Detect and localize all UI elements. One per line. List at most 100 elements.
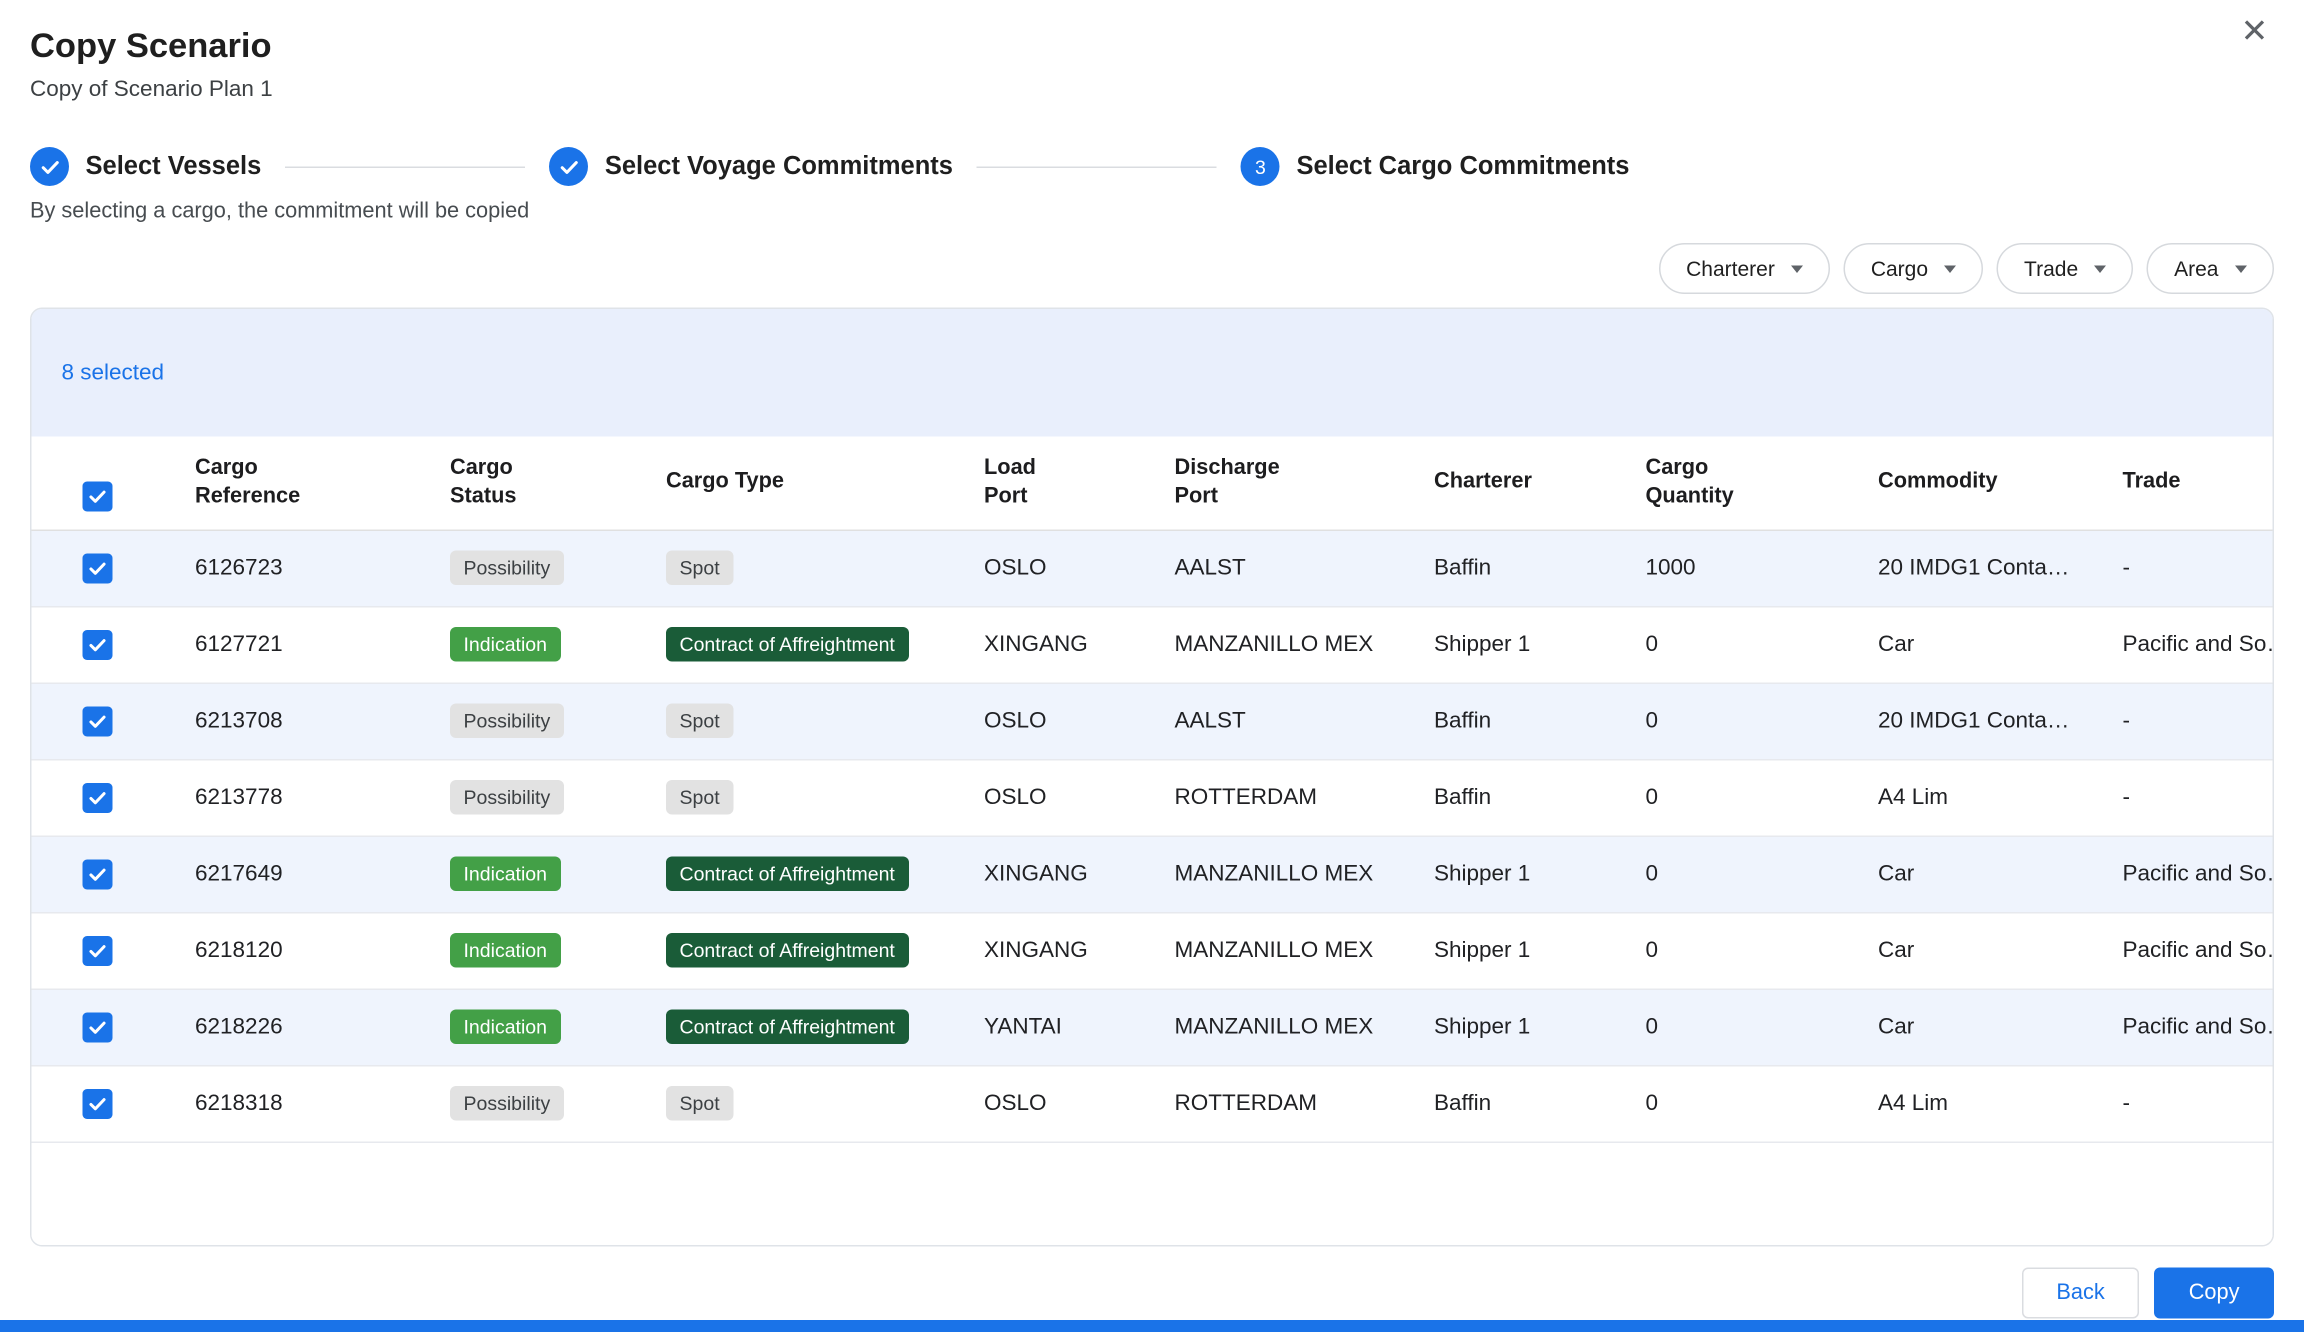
cargo-status-badge: Possibility <box>450 780 564 815</box>
step-select-cargo-commitments[interactable]: 3 Select Cargo Commitments <box>1241 147 1630 186</box>
table-row[interactable]: 6127721IndicationContract of Affreightme… <box>32 606 2273 683</box>
cell-charterer: Shipper 1 <box>1410 606 1622 683</box>
cell-charterer: Baffin <box>1410 759 1622 836</box>
row-checkbox[interactable] <box>83 553 113 583</box>
cell-charterer: Baffin <box>1410 683 1622 760</box>
cell-cargo-reference: 6213778 <box>171 759 426 836</box>
cargo-commitments-panel: 8 selected Cargo Reference Cargo Status <box>30 308 2274 1246</box>
select-all-checkbox[interactable] <box>83 482 113 512</box>
selected-count: 8 selected <box>62 360 165 386</box>
cell-cargo-reference: 6217649 <box>171 836 426 913</box>
table-row[interactable]: 6213708PossibilitySpotOSLOAALSTBaffin020… <box>32 683 2273 760</box>
chevron-down-icon <box>2095 265 2107 273</box>
table-header-row: Cargo Reference Cargo Status Cargo Type … <box>32 437 2273 530</box>
cell-commodity: 20 IMDG1 Conta… <box>1854 683 2099 760</box>
row-checkbox[interactable] <box>83 629 113 659</box>
cell-commodity: Car <box>1854 912 2099 989</box>
cell-cargo-reference: 6218120 <box>171 912 426 989</box>
cargo-type-badge: Contract of Affreightment <box>666 933 908 968</box>
dialog-footer: Back Copy <box>30 1246 2274 1318</box>
copy-scenario-dialog: Copy Scenario Copy of Scenario Plan 1 ✕ … <box>0 0 2304 1332</box>
step-connector <box>285 166 525 168</box>
stepper: Select Vessels Select Voyage Commitments… <box>30 147 2274 186</box>
cargo-status-badge: Indication <box>450 933 560 968</box>
cell-trade: - <box>2099 683 2273 760</box>
cargo-type-badge: Spot <box>666 551 733 586</box>
cell-discharge-port: MANZANILLO MEX <box>1151 836 1411 913</box>
cell-cargo-quantity: 0 <box>1622 1065 1855 1142</box>
chevron-down-icon <box>1791 265 1803 273</box>
step-select-voyage-commitments[interactable]: Select Voyage Commitments <box>549 147 953 186</box>
step-complete-icon <box>549 147 588 186</box>
filter-trade[interactable]: Trade <box>1997 243 2134 294</box>
filter-label: Area <box>2174 257 2218 281</box>
cell-cargo-reference: 6127721 <box>171 606 426 683</box>
cell-commodity: Car <box>1854 606 2099 683</box>
cargo-type-badge: Spot <box>666 704 733 739</box>
cell-trade: Pacific and So… <box>2099 989 2273 1066</box>
filter-area[interactable]: Area <box>2147 243 2274 294</box>
cell-cargo-quantity: 0 <box>1622 606 1855 683</box>
column-header-charterer: Charterer <box>1410 437 1622 530</box>
cell-cargo-reference: 6126723 <box>171 530 426 607</box>
back-button[interactable]: Back <box>2022 1267 2139 1318</box>
chevron-down-icon <box>1945 265 1957 273</box>
cell-discharge-port: ROTTERDAM <box>1151 759 1411 836</box>
row-checkbox[interactable] <box>83 935 113 965</box>
copy-button[interactable]: Copy <box>2154 1267 2274 1318</box>
step-complete-icon <box>30 147 69 186</box>
cell-charterer: Shipper 1 <box>1410 989 1622 1066</box>
cargo-type-badge: Contract of Affreightment <box>666 1010 908 1045</box>
step-connector <box>977 166 1217 168</box>
panel-spacer <box>32 1142 2273 1244</box>
filter-label: Trade <box>2024 257 2078 281</box>
cell-load-port: OSLO <box>960 759 1151 836</box>
filter-charterer[interactable]: Charterer <box>1659 243 1830 294</box>
filter-cargo[interactable]: Cargo <box>1844 243 1984 294</box>
row-checkbox[interactable] <box>83 859 113 889</box>
filter-label: Charterer <box>1686 257 1775 281</box>
row-checkbox[interactable] <box>83 782 113 812</box>
cell-trade: Pacific and So… <box>2099 606 2273 683</box>
column-header-cargo-type: Cargo Type <box>642 437 960 530</box>
column-header-cargo-status: Cargo Status <box>426 437 642 530</box>
cell-cargo-reference: 6218318 <box>171 1065 426 1142</box>
cell-commodity: 20 IMDG1 Conta… <box>1854 530 2099 607</box>
row-checkbox[interactable] <box>83 1012 113 1042</box>
table-row[interactable]: 6126723PossibilitySpotOSLOAALSTBaffin100… <box>32 530 2273 607</box>
cargo-type-badge: Spot <box>666 1086 733 1121</box>
close-button[interactable]: ✕ <box>2229 6 2280 57</box>
cell-load-port: XINGANG <box>960 836 1151 913</box>
table-row[interactable]: 6217649IndicationContract of Affreightme… <box>32 836 2273 913</box>
cell-trade: - <box>2099 759 2273 836</box>
table-row[interactable]: 6218226IndicationContract of Affreightme… <box>32 989 2273 1066</box>
cell-load-port: OSLO <box>960 1065 1151 1142</box>
cell-commodity: A4 Lim <box>1854 1065 2099 1142</box>
cargo-status-badge: Possibility <box>450 704 564 739</box>
cell-trade: - <box>2099 1065 2273 1142</box>
cell-charterer: Shipper 1 <box>1410 836 1622 913</box>
cell-cargo-reference: 6213708 <box>171 683 426 760</box>
cargo-type-badge: Spot <box>666 780 733 815</box>
cargo-table: Cargo Reference Cargo Status Cargo Type … <box>32 437 2273 1143</box>
table-row[interactable]: 6218318PossibilitySpotOSLOROTTERDAMBaffi… <box>32 1065 2273 1142</box>
table-row[interactable]: 6218120 Indication Contract of Affreightme… <box>32 912 2273 989</box>
step-label: Select Cargo Commitments <box>1296 152 1629 182</box>
cell-cargo-quantity: 1000 <box>1622 530 1855 607</box>
step-select-vessels[interactable]: Select Vessels <box>30 147 261 186</box>
row-checkbox[interactable] <box>83 1088 113 1118</box>
cell-charterer: Shipper 1 <box>1410 912 1622 989</box>
cell-commodity: A4 Lim <box>1854 759 2099 836</box>
cell-load-port: XINGANG <box>960 912 1151 989</box>
cargo-status-badge: Indication <box>450 1010 560 1045</box>
cargo-type-badge: Contract of Affreightment <box>666 627 908 662</box>
table-row[interactable]: 6213778 Possibility Spot OSLOROTTERDAMBaffi… <box>32 759 2273 836</box>
cell-commodity: Car <box>1854 989 2099 1066</box>
column-header-cargo-reference: Cargo Reference <box>171 437 426 530</box>
row-checkbox[interactable] <box>83 706 113 736</box>
cargo-status-badge: Possibility <box>450 551 564 586</box>
close-icon: ✕ <box>2241 12 2269 50</box>
cell-discharge-port: MANZANILLO MEX <box>1151 606 1411 683</box>
cell-load-port: OSLO <box>960 530 1151 607</box>
cell-cargo-quantity: 0 <box>1622 912 1855 989</box>
